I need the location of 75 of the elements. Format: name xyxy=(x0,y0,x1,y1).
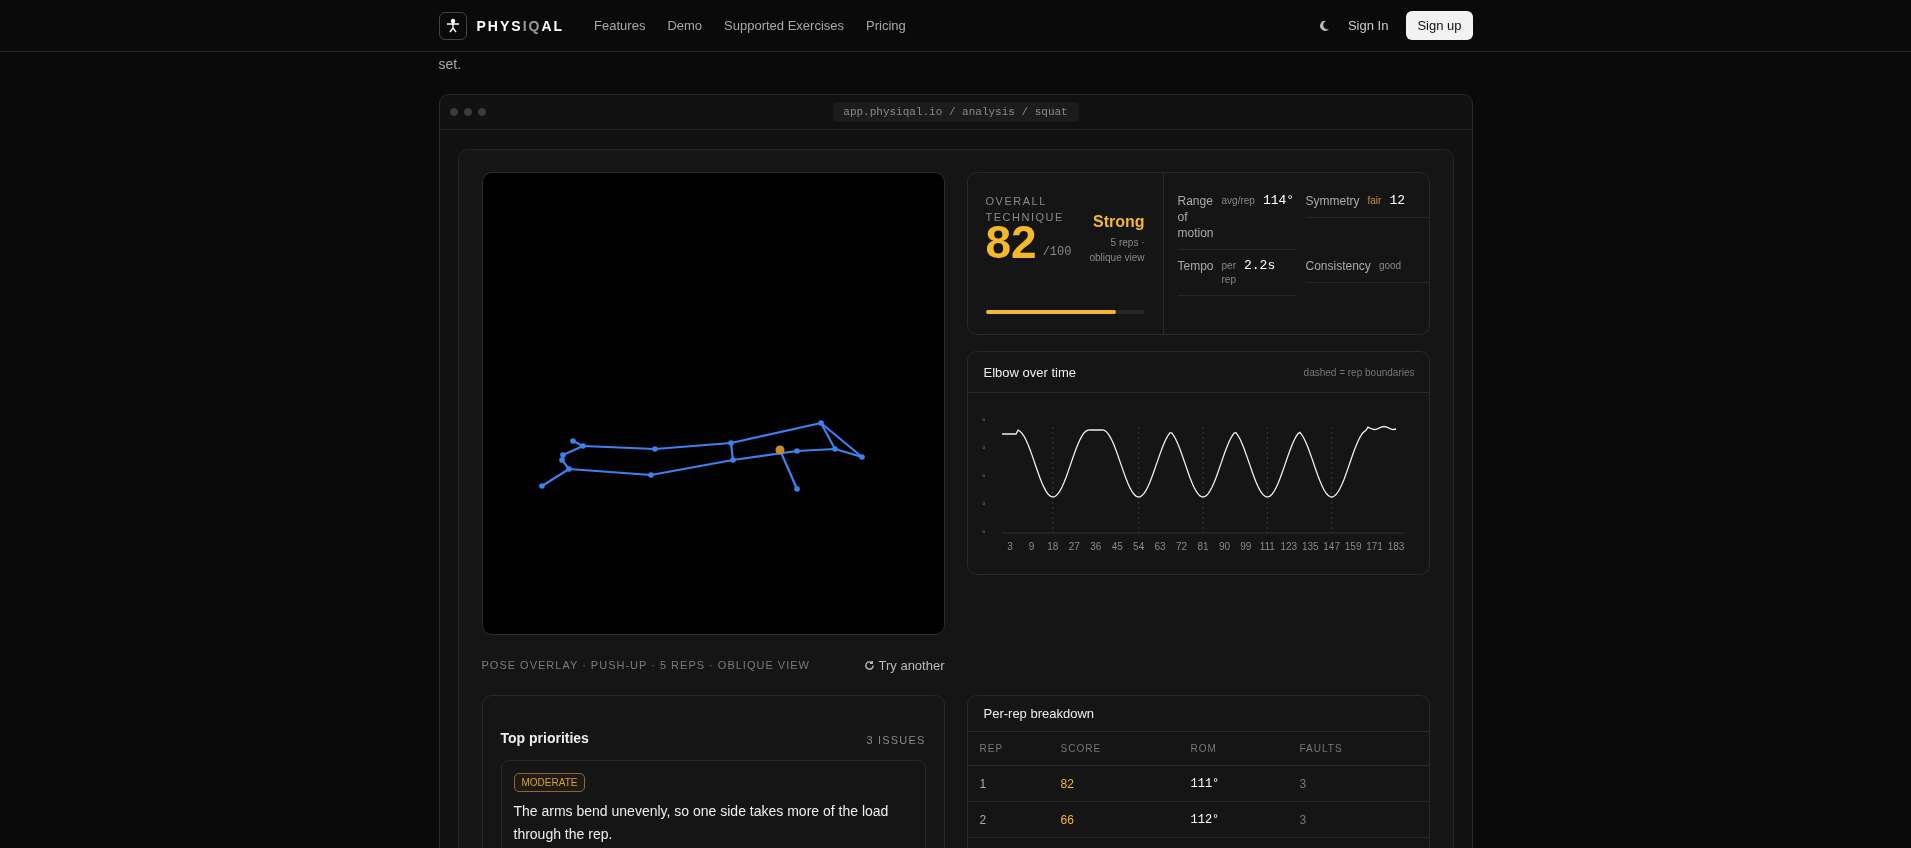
axis-label: 99 xyxy=(1239,541,1251,552)
axis-label: 123 xyxy=(1279,541,1297,552)
window-dot xyxy=(463,108,472,116)
axis-label: 45 xyxy=(1111,541,1123,552)
card-title: Per-rep breakdown xyxy=(983,706,1095,721)
axis-label: 27 xyxy=(1068,541,1080,552)
axis-label: 183 xyxy=(1387,541,1404,552)
axis-label: ° xyxy=(981,445,986,455)
card-title: Top priorities xyxy=(500,730,589,746)
table-cell: 2 xyxy=(967,802,1061,838)
metric-note: per rep xyxy=(1221,259,1236,287)
axis-label: 54 xyxy=(1132,541,1144,552)
moon-icon[interactable] xyxy=(1317,19,1330,32)
sign-up-button[interactable]: Sign up xyxy=(1406,11,1473,40)
intro-text: set. xyxy=(438,56,462,72)
issue-count: 3 ISSUES xyxy=(866,734,926,746)
sign-in-link[interactable]: Sign In xyxy=(1347,18,1389,33)
metric-value: 2.2s xyxy=(1244,258,1276,273)
metric-note: fair xyxy=(1367,194,1382,208)
axis-label: 135 xyxy=(1301,541,1319,552)
axis-label: ° xyxy=(981,417,986,427)
axis-label: 72 xyxy=(1175,541,1187,552)
grade-label: Strong xyxy=(1092,213,1145,231)
axis-label: 159 xyxy=(1344,541,1361,552)
metric-note: avg/rep xyxy=(1221,194,1255,208)
column-header: SCORE xyxy=(1060,732,1191,766)
table-cell: 3 xyxy=(1299,766,1429,802)
score-label: OVERALL TECHNIQUE xyxy=(985,194,1065,225)
axis-label: 3 xyxy=(1006,541,1013,552)
url-bar: app.physiqal.io / analysis / squat xyxy=(832,102,1079,122)
axis-label: ° xyxy=(981,473,986,483)
axis-label: 63 xyxy=(1154,541,1166,552)
metric-value: 12 xyxy=(1389,193,1405,208)
logo-icon[interactable] xyxy=(438,11,467,40)
axis-label: 36 xyxy=(1089,541,1101,552)
pose-caption: POSE OVERLAY · PUSH-UP · 5 REPS · OBLIQUE VIEW xyxy=(481,659,810,671)
metric-label: Range of motion xyxy=(1177,193,1214,241)
window-dot xyxy=(449,108,458,116)
chart-title: Elbow over time xyxy=(983,364,1076,380)
axis-label: ° xyxy=(981,529,986,539)
column-header: ROM xyxy=(1190,732,1300,766)
axis-label: ° xyxy=(981,501,986,511)
table-cell: 111° xyxy=(1190,766,1300,802)
axis-label: 147 xyxy=(1322,541,1340,552)
metric-note: good xyxy=(1378,259,1402,273)
nav-link[interactable]: Pricing xyxy=(866,18,906,33)
table-cell: 1 xyxy=(967,766,1061,802)
table-cell: 66 xyxy=(1060,802,1191,838)
column-header: FAULTS xyxy=(1299,732,1429,766)
nav-link[interactable]: Features xyxy=(594,18,646,33)
metric-label: Tempo xyxy=(1177,258,1214,274)
axis-label: 81 xyxy=(1196,541,1209,552)
axis-label: 9 xyxy=(1028,541,1034,552)
try-another-link[interactable]: Try another xyxy=(863,657,945,673)
metric-value: 114° xyxy=(1262,193,1295,208)
grade-detail: 5 reps · oblique view xyxy=(1088,236,1145,265)
brand-name: PHYS IQ AL xyxy=(476,17,565,34)
metric-label: Consistency xyxy=(1305,258,1371,274)
nav-link[interactable]: Demo xyxy=(667,18,703,33)
refresh-icon xyxy=(863,659,875,671)
chart-legend: dashed = rep boundaries xyxy=(1303,366,1415,378)
table-cell: 82 xyxy=(1060,766,1191,802)
issue-text: The arms bend unevenly, so one side takes more of the load through the rep. xyxy=(513,802,890,844)
metric-label: Symmetry xyxy=(1305,193,1360,209)
severity-badge: MODERATE xyxy=(513,773,586,792)
axis-label: 18 xyxy=(1046,541,1058,552)
score-max: /100 xyxy=(1042,245,1072,259)
table-cell: 3 xyxy=(1299,802,1429,838)
nav-link[interactable]: Supported Exercises xyxy=(724,18,845,33)
axis-label: 90 xyxy=(1218,541,1230,552)
column-header: REP xyxy=(967,732,1061,766)
axis-label: 171 xyxy=(1365,541,1383,552)
axis-label: 111 xyxy=(1259,541,1275,552)
window-dot xyxy=(477,108,486,116)
table-cell: 112° xyxy=(1190,802,1300,838)
